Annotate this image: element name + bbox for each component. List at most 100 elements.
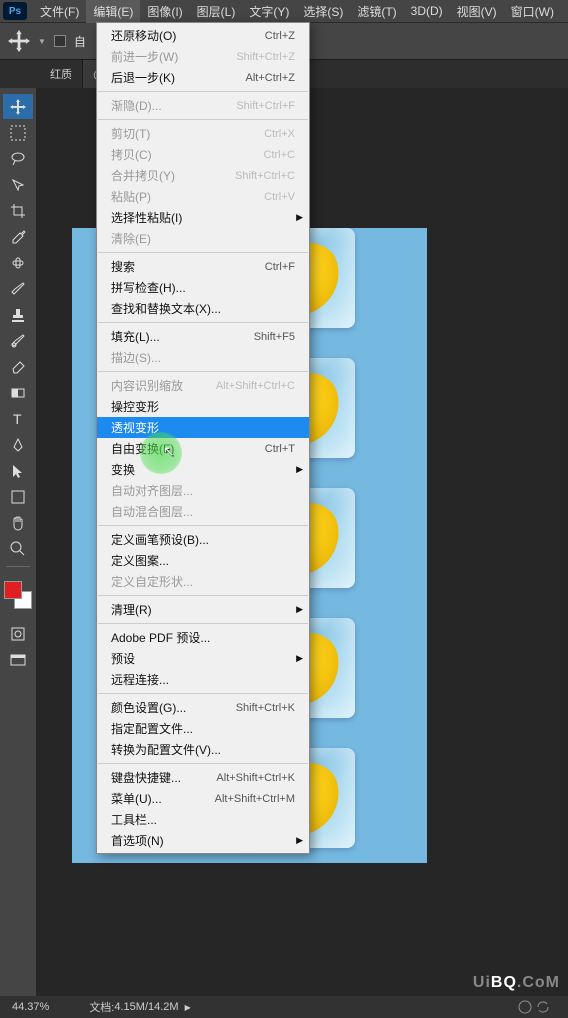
menu-remote-connections[interactable]: 远程连接... xyxy=(97,669,309,690)
marquee-tool[interactable] xyxy=(3,120,33,145)
menu-search[interactable]: 搜索Ctrl+F xyxy=(97,256,309,277)
auto-select-checkbox[interactable] xyxy=(54,35,66,47)
status-sync-icon[interactable] xyxy=(518,1000,532,1014)
menu-separator xyxy=(98,525,308,526)
edit-dropdown-menu: 还原移动(O)Ctrl+Z 前进一步(W)Shift+Ctrl+Z 后退一步(K… xyxy=(96,22,310,854)
menubar: Ps 文件(F) 编辑(E) 图像(I) 图层(L) 文字(Y) 选择(S) 滤… xyxy=(0,0,568,22)
menu-presets[interactable]: 预设▶ xyxy=(97,648,309,669)
menu-purge[interactable]: 清理(R)▶ xyxy=(97,599,309,620)
menu-free-transform[interactable]: 自由变换(F)Ctrl+T xyxy=(97,438,309,459)
menu-3d[interactable]: 3D(D) xyxy=(404,1,450,21)
path-select-tool[interactable] xyxy=(3,458,33,483)
eraser-tool[interactable] xyxy=(3,354,33,379)
menu-layer[interactable]: 图层(L) xyxy=(190,0,243,23)
menu-adobe-pdf[interactable]: Adobe PDF 预设... xyxy=(97,627,309,648)
shape-tool[interactable] xyxy=(3,484,33,509)
screen-mode-tool[interactable] xyxy=(3,647,33,672)
quick-select-tool[interactable] xyxy=(3,172,33,197)
move-tool-indicator-icon[interactable] xyxy=(8,30,30,52)
watermark: UiBQ.CoM xyxy=(473,974,560,992)
menu-define-brush[interactable]: 定义画笔预设(B)... xyxy=(97,529,309,550)
menu-separator xyxy=(98,371,308,372)
menu-fill[interactable]: 填充(L)...Shift+F5 xyxy=(97,326,309,347)
menu-select[interactable]: 选择(S) xyxy=(296,0,350,23)
menu-find-replace[interactable]: 查找和替换文本(X)... xyxy=(97,298,309,319)
status-sync2-icon[interactable] xyxy=(536,1000,550,1014)
menu-assign-profile[interactable]: 指定配置文件... xyxy=(97,718,309,739)
menu-color-settings[interactable]: 颜色设置(G)...Shift+Ctrl+K xyxy=(97,697,309,718)
menu-keyboard-shortcuts[interactable]: 键盘快捷键...Alt+Shift+Ctrl+K xyxy=(97,767,309,788)
menu-stroke[interactable]: 描边(S)... xyxy=(97,347,309,368)
toolbar-separator xyxy=(6,566,30,567)
crop-tool[interactable] xyxy=(3,198,33,223)
menu-copy[interactable]: 拷贝(C)Ctrl+C xyxy=(97,144,309,165)
menu-paste-special[interactable]: 选择性粘贴(I)▶ xyxy=(97,207,309,228)
menu-auto-blend[interactable]: 自动混合图层... xyxy=(97,501,309,522)
stamp-tool[interactable] xyxy=(3,302,33,327)
submenu-arrow-icon: ▶ xyxy=(296,212,303,223)
menu-toolbar[interactable]: 工具栏... xyxy=(97,809,309,830)
lasso-tool[interactable] xyxy=(3,146,33,171)
menu-edit[interactable]: 编辑(E) xyxy=(86,0,140,23)
submenu-arrow-icon: ▶ xyxy=(296,835,303,846)
cursor-icon: ↖ xyxy=(163,443,175,460)
gradient-tool[interactable] xyxy=(3,380,33,405)
eyedropper-tool[interactable] xyxy=(3,224,33,249)
menu-menus[interactable]: 菜单(U)...Alt+Shift+Ctrl+M xyxy=(97,788,309,809)
hand-tool[interactable] xyxy=(3,510,33,535)
svg-text:T: T xyxy=(13,411,22,427)
menu-convert-profile[interactable]: 转换为配置文件(V)... xyxy=(97,739,309,760)
menu-puppet-warp[interactable]: 操控变形 xyxy=(97,396,309,417)
menu-window[interactable]: 窗口(W) xyxy=(504,0,561,23)
menu-separator xyxy=(98,119,308,120)
brush-tool[interactable] xyxy=(3,276,33,301)
tab-doc-1[interactable]: 红质 xyxy=(40,60,83,88)
doc-info-value[interactable]: 4.15M/14.2M xyxy=(114,1001,178,1013)
type-tool[interactable]: T xyxy=(3,406,33,431)
zoom-level[interactable]: 44.37% xyxy=(12,1001,49,1013)
auto-select-label: 自 xyxy=(74,33,86,50)
menu-define-shape[interactable]: 定义自定形状... xyxy=(97,571,309,592)
menu-separator xyxy=(98,322,308,323)
color-swatches[interactable] xyxy=(4,581,32,609)
menu-undo-move[interactable]: 还原移动(O)Ctrl+Z xyxy=(97,25,309,46)
zoom-tool[interactable] xyxy=(3,536,33,561)
menu-perspective-warp[interactable]: 透视变形 xyxy=(97,417,309,438)
foreground-color-swatch[interactable] xyxy=(4,581,22,599)
menu-image[interactable]: 图像(I) xyxy=(140,0,189,23)
menu-preferences[interactable]: 首选项(N)▶ xyxy=(97,830,309,851)
tools-panel: T xyxy=(0,88,36,996)
menu-check-spelling[interactable]: 拼写检查(H)... xyxy=(97,277,309,298)
menu-separator xyxy=(98,623,308,624)
menu-content-aware-scale[interactable]: 内容识别缩放Alt+Shift+Ctrl+C xyxy=(97,375,309,396)
menu-fade[interactable]: 渐隐(D)...Shift+Ctrl+F xyxy=(97,95,309,116)
menu-separator xyxy=(98,252,308,253)
menu-file[interactable]: 文件(F) xyxy=(33,0,86,23)
history-brush-tool[interactable] xyxy=(3,328,33,353)
submenu-arrow-icon: ▶ xyxy=(296,653,303,664)
doc-info-label: 文档: xyxy=(89,999,114,1015)
pen-tool[interactable] xyxy=(3,432,33,457)
menu-filter[interactable]: 滤镜(T) xyxy=(350,0,403,23)
menu-auto-align[interactable]: 自动对齐图层... xyxy=(97,480,309,501)
move-tool[interactable] xyxy=(3,94,33,119)
menu-type[interactable]: 文字(Y) xyxy=(242,0,296,23)
menu-copy-merged[interactable]: 合并拷贝(Y)Shift+Ctrl+C xyxy=(97,165,309,186)
chevron-right-icon[interactable]: ▶ xyxy=(185,1003,191,1012)
menu-transform[interactable]: 变换▶ xyxy=(97,459,309,480)
menu-step-forward[interactable]: 前进一步(W)Shift+Ctrl+Z xyxy=(97,46,309,67)
submenu-arrow-icon: ▶ xyxy=(296,464,303,475)
quick-mask-tool[interactable] xyxy=(3,621,33,646)
menu-separator xyxy=(98,91,308,92)
menu-cut[interactable]: 剪切(T)Ctrl+X xyxy=(97,123,309,144)
chevron-down-icon[interactable]: ▼ xyxy=(38,37,46,46)
menu-separator xyxy=(98,763,308,764)
menu-step-backward[interactable]: 后退一步(K)Alt+Ctrl+Z xyxy=(97,67,309,88)
menu-clear[interactable]: 清除(E) xyxy=(97,228,309,249)
menu-view[interactable]: 视图(V) xyxy=(450,0,504,23)
submenu-arrow-icon: ▶ xyxy=(296,604,303,615)
menu-define-pattern[interactable]: 定义图案... xyxy=(97,550,309,571)
menu-paste[interactable]: 粘贴(P)Ctrl+V xyxy=(97,186,309,207)
menu-separator xyxy=(98,595,308,596)
healing-tool[interactable] xyxy=(3,250,33,275)
